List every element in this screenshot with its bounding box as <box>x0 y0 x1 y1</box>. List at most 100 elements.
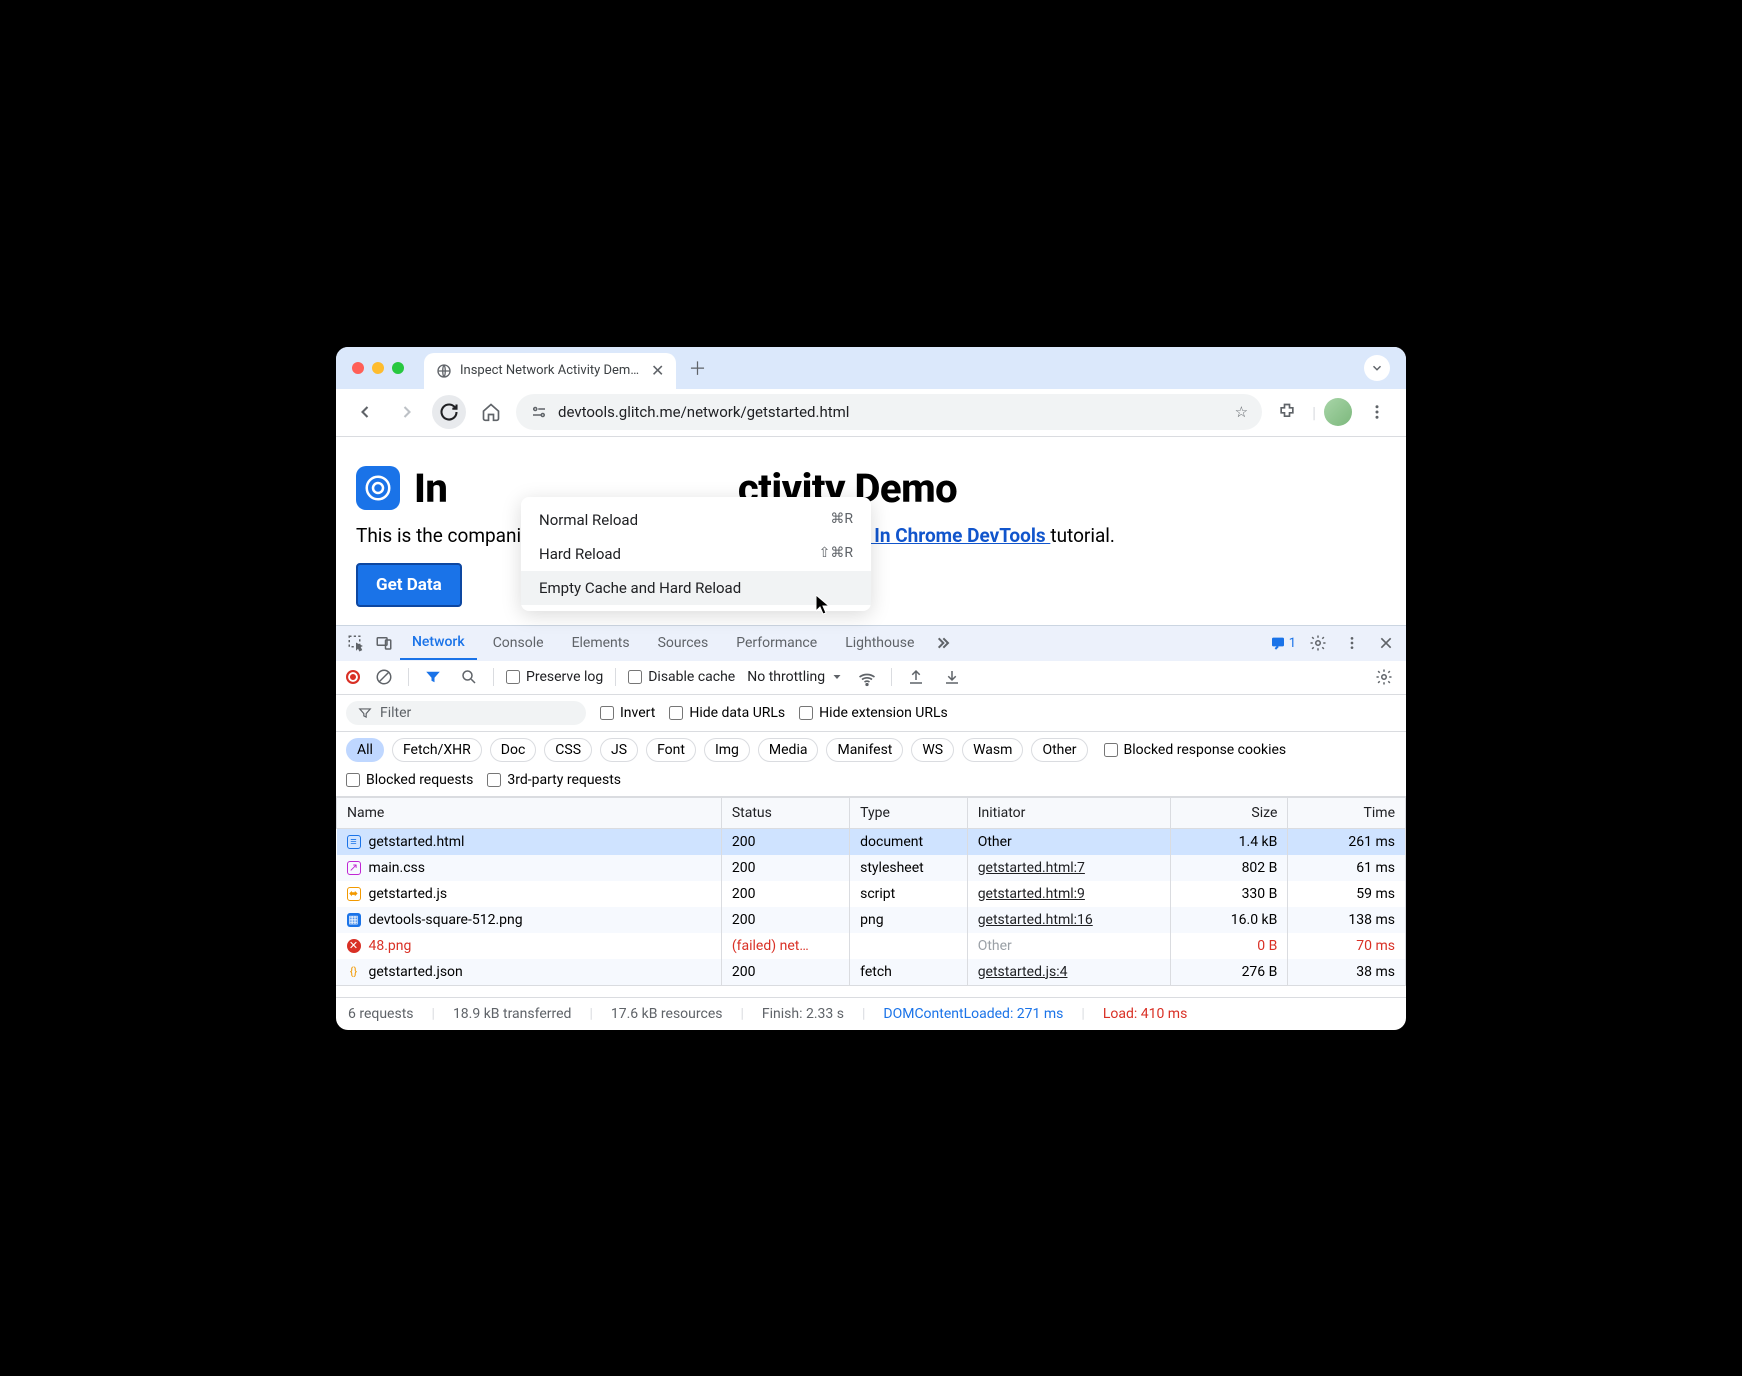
type-pill-all[interactable]: All <box>346 738 384 762</box>
tab-elements[interactable]: Elements <box>560 627 642 659</box>
table-row[interactable]: {}getstarted.json200fetchgetstarted.js:4… <box>337 959 1406 985</box>
hide-extension-urls-checkbox[interactable]: Hide extension URLs <box>799 705 948 721</box>
tab-sources[interactable]: Sources <box>646 627 721 659</box>
status-load: Load: 410 ms <box>1103 1006 1187 1022</box>
col-name[interactable]: Name <box>337 797 722 828</box>
menu-icon[interactable] <box>1360 395 1394 429</box>
browser-tab[interactable]: Inspect Network Activity Dem… ✕ <box>424 353 676 389</box>
tab-console[interactable]: Console <box>481 627 556 659</box>
more-options-icon[interactable] <box>1340 631 1364 655</box>
settings-icon[interactable] <box>1306 631 1330 655</box>
search-icon[interactable] <box>457 665 481 689</box>
type-pill-font[interactable]: Font <box>646 738 696 762</box>
status-requests: 6 requests <box>348 1006 414 1022</box>
profile-avatar[interactable] <box>1324 398 1352 426</box>
blocked-requests-checkbox[interactable]: Blocked requests <box>346 772 473 788</box>
hide-data-urls-checkbox[interactable]: Hide data URLs <box>669 705 785 721</box>
type-pill-manifest[interactable]: Manifest <box>826 738 903 762</box>
table-row[interactable]: ▦devtools-square-512.png200pnggetstarted… <box>337 907 1406 933</box>
inspect-element-icon[interactable] <box>344 631 368 655</box>
tab-lighthouse[interactable]: Lighthouse <box>833 627 926 659</box>
close-tab-icon[interactable]: ✕ <box>651 361 664 380</box>
address-bar[interactable]: devtools.glitch.me/network/getstarted.ht… <box>516 394 1262 430</box>
download-har-icon[interactable] <box>940 665 964 689</box>
type-pill-media[interactable]: Media <box>758 738 819 762</box>
col-status[interactable]: Status <box>721 797 849 828</box>
get-data-button[interactable]: Get Data <box>356 563 462 607</box>
back-button[interactable] <box>348 395 382 429</box>
site-settings-icon[interactable] <box>530 403 548 421</box>
status-domcontentloaded: DOMContentLoaded: 271 ms <box>883 1006 1063 1022</box>
messages-badge[interactable]: 1 <box>1270 635 1296 651</box>
tab-bar: Inspect Network Activity Dem… ✕ ＋ <box>336 347 1406 389</box>
blocked-response-cookies-checkbox[interactable]: Blocked response cookies <box>1104 742 1287 758</box>
col-type[interactable]: Type <box>850 797 968 828</box>
device-toolbar-icon[interactable] <box>372 631 396 655</box>
filter-input[interactable]: Filter <box>346 701 586 725</box>
page-description: This is the companion demo for the Inspe… <box>356 524 1386 547</box>
type-pill-other[interactable]: Other <box>1031 738 1087 762</box>
resource-type-filters: All Fetch/XHR Doc CSS JS Font Img Media Manifest… <box>336 732 1406 768</box>
table-row[interactable]: ↗main.css200stylesheetgetstarted.html:78… <box>337 855 1406 881</box>
reload-button[interactable] <box>432 395 466 429</box>
table-row[interactable]: ✕48.png(failed) net…Other0 B70 ms <box>337 933 1406 959</box>
network-conditions-icon[interactable] <box>855 665 879 689</box>
status-resources: 17.6 kB resources <box>611 1006 723 1022</box>
minimize-window-button[interactable] <box>372 362 384 374</box>
tab-performance[interactable]: Performance <box>724 627 829 659</box>
disable-cache-checkbox[interactable]: Disable cache <box>628 669 735 685</box>
type-pill-js[interactable]: JS <box>600 738 638 762</box>
type-pill-css[interactable]: CSS <box>544 738 592 762</box>
filter-row: Filter Invert Hide data URLs Hide extens… <box>336 695 1406 732</box>
url-text: devtools.glitch.me/network/getstarted.ht… <box>558 403 849 421</box>
page-content: Inspect Network Activity Demo This is th… <box>336 437 1406 625</box>
forward-button[interactable] <box>390 395 424 429</box>
table-header-row: Name Status Type Initiator Size Time <box>337 797 1406 828</box>
col-size[interactable]: Size <box>1170 797 1288 828</box>
tabs-overflow-button[interactable] <box>1364 355 1390 381</box>
devtools-tab-bar: Network Console Elements Sources Perform… <box>336 625 1406 661</box>
more-tabs-icon[interactable] <box>930 631 954 655</box>
throttling-select[interactable]: No throttling <box>747 669 843 685</box>
reload-context-menu: Normal Reload ⌘R Hard Reload ⇧⌘R Empty C… <box>521 497 871 611</box>
type-pill-img[interactable]: Img <box>704 738 750 762</box>
globe-icon <box>436 363 452 379</box>
record-button[interactable] <box>346 670 360 684</box>
tab-network[interactable]: Network <box>400 626 477 660</box>
table-row[interactable]: ≡getstarted.html200documentOther1.4 kB26… <box>337 828 1406 855</box>
third-party-checkbox[interactable]: 3rd-party requests <box>487 772 621 788</box>
home-button[interactable] <box>474 395 508 429</box>
menu-item-hard-reload[interactable]: Hard Reload ⇧⌘R <box>521 537 871 571</box>
network-toolbar: Preserve log Disable cache No throttling <box>336 661 1406 695</box>
bookmark-icon[interactable]: ☆ <box>1235 403 1248 421</box>
extensions-icon[interactable] <box>1270 395 1304 429</box>
col-initiator[interactable]: Initiator <box>967 797 1170 828</box>
cursor-icon <box>816 595 832 615</box>
close-window-button[interactable] <box>352 362 364 374</box>
filter-icon[interactable] <box>421 665 445 689</box>
col-time[interactable]: Time <box>1288 797 1406 828</box>
table-row[interactable]: ⬌getstarted.js200scriptgetstarted.html:9… <box>337 881 1406 907</box>
new-tab-button[interactable]: ＋ <box>688 355 706 381</box>
browser-window: Inspect Network Activity Dem… ✕ ＋ devtoo… <box>336 347 1406 1030</box>
menu-item-normal-reload[interactable]: Normal Reload ⌘R <box>521 503 871 537</box>
type-pill-fetchxhr[interactable]: Fetch/XHR <box>392 738 482 762</box>
network-settings-icon[interactable] <box>1372 665 1396 689</box>
maximize-window-button[interactable] <box>392 362 404 374</box>
more-filters-row: Blocked requests 3rd-party requests <box>336 768 1406 797</box>
devtools-logo-icon <box>356 466 400 510</box>
close-devtools-icon[interactable] <box>1374 631 1398 655</box>
status-finish: Finish: 2.33 s <box>762 1006 844 1022</box>
upload-har-icon[interactable] <box>904 665 928 689</box>
clear-button[interactable] <box>372 665 396 689</box>
type-pill-doc[interactable]: Doc <box>490 738 537 762</box>
network-requests-table: Name Status Type Initiator Size Time ≡ge… <box>336 797 1406 985</box>
network-status-bar: 6 requests | 18.9 kB transferred | 17.6 … <box>336 997 1406 1030</box>
tab-title: Inspect Network Activity Dem… <box>460 363 639 378</box>
window-controls <box>352 362 404 374</box>
invert-checkbox[interactable]: Invert <box>600 705 655 721</box>
type-pill-wasm[interactable]: Wasm <box>962 738 1023 762</box>
status-transferred: 18.9 kB transferred <box>453 1006 572 1022</box>
type-pill-ws[interactable]: WS <box>911 738 954 762</box>
preserve-log-checkbox[interactable]: Preserve log <box>506 669 603 685</box>
